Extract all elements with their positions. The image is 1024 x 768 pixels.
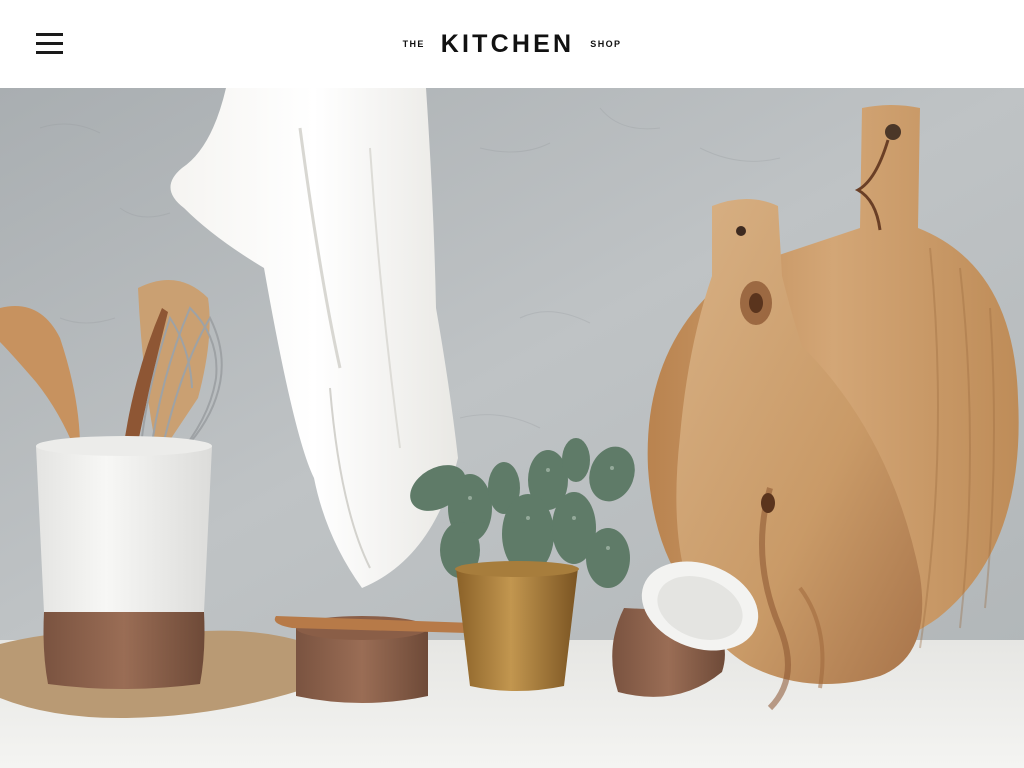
logo-prefix: THE [402, 39, 425, 49]
speckled-crock [36, 436, 212, 689]
hero-image [0, 88, 1024, 768]
site-header: THE KITCHEN SHOP [0, 0, 1024, 88]
logo-suffix: SHOP [590, 39, 622, 49]
logo-name: KITCHEN [440, 29, 575, 58]
kitchen-still-life-illustration [0, 88, 1024, 768]
site-logo[interactable]: THE KITCHEN SHOP [0, 0, 1024, 88]
